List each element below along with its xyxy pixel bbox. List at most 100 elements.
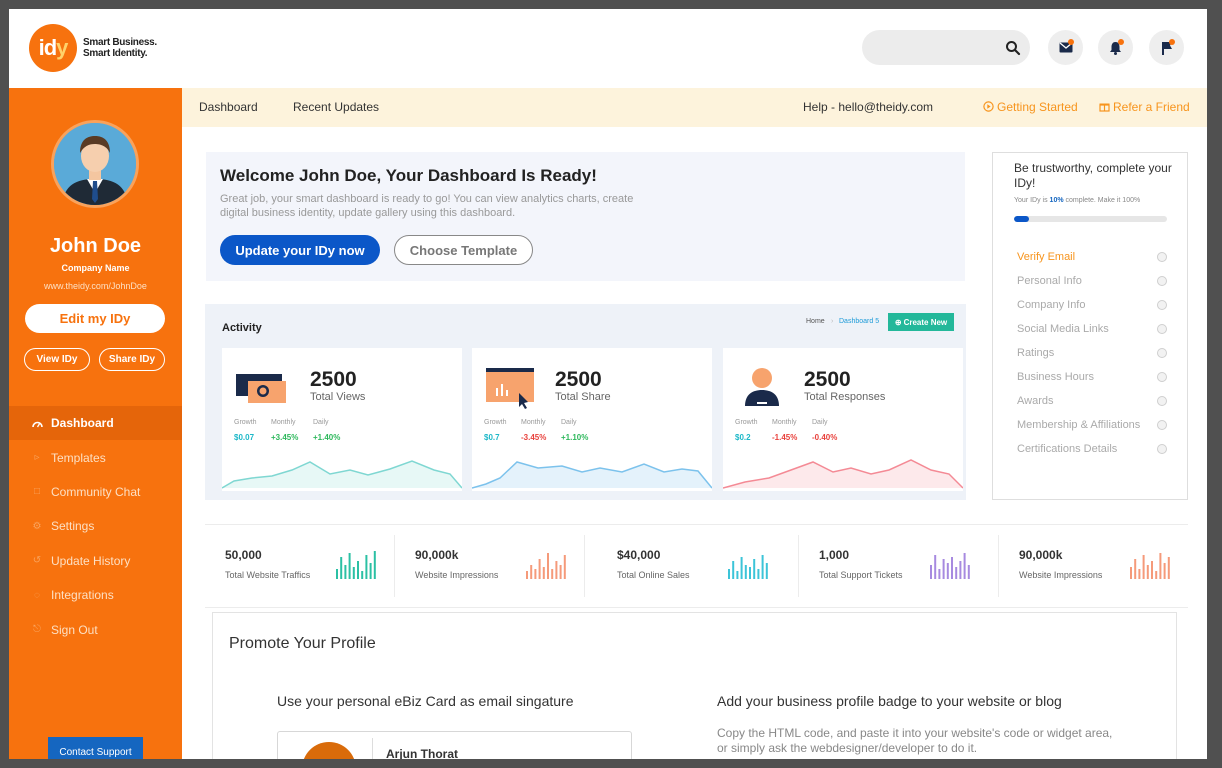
metric-header-growth: Growth <box>234 419 257 426</box>
mini-bar <box>757 569 760 579</box>
sidebar-item-update-history[interactable]: ↺ Update History <box>9 544 182 578</box>
sidebar-item-integrations[interactable]: ◌ Integrations <box>9 578 182 612</box>
mini-bar <box>365 555 368 579</box>
idy-logo[interactable]: id y <box>29 24 77 72</box>
mini-bar <box>1159 553 1162 579</box>
mini-bar <box>348 553 351 579</box>
tagline-line-1: Smart Business. <box>83 37 157 48</box>
metric-header-monthly: Monthly <box>521 419 546 426</box>
user-avatar-illustration <box>54 123 136 205</box>
checklist-item-business-hours[interactable]: Business Hours <box>1017 365 1167 389</box>
checklist-label: Company Info <box>1017 299 1086 311</box>
mini-bar <box>369 563 372 579</box>
mini-bar <box>555 561 558 579</box>
profile-url[interactable]: www.theidy.com/JohnDoe <box>9 281 182 291</box>
stat-online-sales: $40,000 Total Online Sales <box>597 535 799 597</box>
checklist-label: Certifications Details <box>1017 443 1118 455</box>
tagline: Smart Business. Smart Identity. <box>83 37 157 59</box>
metric-header-daily: Daily <box>313 419 329 426</box>
mini-bar <box>551 569 554 579</box>
notifications-button[interactable] <box>1098 30 1133 65</box>
card-label: Total Views <box>310 391 366 403</box>
welcome-text: Great job, your smart dashboard is ready… <box>220 193 634 219</box>
sidebar-item-community-chat[interactable]: □ Community Chat <box>9 475 182 509</box>
stat-label: Total Support Tickets <box>819 570 903 580</box>
mini-bar <box>526 571 528 579</box>
sidebar-item-dashboard[interactable]: Dashboard <box>9 406 182 441</box>
sidebar-item-templates[interactable]: ▹ Templates <box>9 440 182 474</box>
create-new-button[interactable]: ⊕ Create New <box>888 313 954 331</box>
sidebar-item-settings[interactable]: ⚙ Settings <box>9 509 182 543</box>
checklist-item-membership-affiliations[interactable]: Membership & Affiliations <box>1017 413 1167 437</box>
metric-growth: $0.2 <box>735 433 751 442</box>
checklist-item-awards[interactable]: Awards <box>1017 389 1167 413</box>
check-circle-icon <box>1157 300 1167 310</box>
view-idy-button[interactable]: View IDy <box>24 348 90 371</box>
refer-friend-link[interactable]: Refer a Friend <box>1099 100 1190 114</box>
note-prefix: Your IDy is <box>1014 197 1050 204</box>
help-email-link[interactable]: Help - hello@theidy.com <box>803 100 933 114</box>
integrations-icon: ◌ <box>34 589 40 601</box>
check-circle-icon <box>1157 372 1167 382</box>
metric-header-growth: Growth <box>484 419 507 426</box>
metric-daily: +1.10% <box>561 433 589 442</box>
check-circle-icon <box>1157 396 1167 406</box>
template-icon: ▹ <box>34 452 40 464</box>
ebiz-card-preview[interactable]: Arjun Thorat <box>277 731 632 759</box>
stat-support-tickets: 1,000 Total Support Tickets <box>799 535 999 597</box>
mini-bar <box>1146 565 1149 579</box>
getting-started-link[interactable]: Getting Started <box>983 100 1078 114</box>
mini-bar-chart <box>336 551 376 579</box>
check-circle-icon <box>1157 348 1167 358</box>
check-circle-icon <box>1157 324 1167 334</box>
edit-idy-button[interactable]: Edit my IDy <box>25 304 165 333</box>
mini-bar <box>538 559 541 579</box>
avatar[interactable] <box>51 120 139 208</box>
mini-bar-chart <box>930 553 970 579</box>
checklist-item-ratings[interactable]: Ratings <box>1017 341 1167 365</box>
mini-bar <box>728 569 730 579</box>
card-value: 2500 <box>804 368 851 391</box>
profile-completion-panel: Be trustworthy, complete your IDy! Your … <box>992 152 1188 500</box>
checklist-label: Personal Info <box>1017 275 1082 287</box>
metric-header-monthly: Monthly <box>271 419 296 426</box>
stat-value: 1,000 <box>819 548 850 562</box>
stat-card-share: 2500 Total Share Growth Monthly Daily $0… <box>472 348 712 491</box>
email-signature-heading: Use your personal eBiz Card as email sin… <box>277 693 574 709</box>
getting-started-label: Getting Started <box>997 100 1078 114</box>
stat-value: 90,000k <box>415 548 459 562</box>
tab-dashboard[interactable]: Dashboard <box>199 100 258 114</box>
checklist-item-company-info[interactable]: Company Info <box>1017 293 1167 317</box>
tab-recent-updates[interactable]: Recent Updates <box>293 100 379 114</box>
contact-support-button[interactable]: Contact Support <box>48 737 143 759</box>
share-idy-button[interactable]: Share IDy <box>99 348 165 371</box>
breadcrumb-home[interactable]: Home <box>806 318 825 325</box>
search-icon[interactable] <box>1005 40 1021 56</box>
mail-button[interactable] <box>1048 30 1083 65</box>
checklist-item-verify-email[interactable]: Verify Email <box>1017 245 1167 269</box>
logo-text-y: y <box>56 35 68 60</box>
note-suffix: complete. Make it 100% <box>1063 197 1141 204</box>
card-value: 2500 <box>555 368 602 391</box>
company-name: Company Name <box>61 263 130 273</box>
checklist-item-personal-info[interactable]: Personal Info <box>1017 269 1167 293</box>
update-idy-button[interactable]: Update your IDy now <box>220 235 380 265</box>
mini-bar <box>732 561 735 579</box>
mini-bar <box>357 561 359 579</box>
sidebar-item-label: Dashboard <box>51 416 114 431</box>
mini-bar <box>1151 561 1153 579</box>
create-new-label: Create New <box>903 317 948 327</box>
sidebar-item-sign-out[interactable]: ⎋ Sign Out <box>9 612 182 646</box>
choose-template-button[interactable]: Choose Template <box>394 235 533 265</box>
mini-bar <box>344 565 347 579</box>
profile-completion-title: Be trustworthy, complete your IDy! <box>1014 161 1172 190</box>
gauge-icon <box>31 417 43 429</box>
mini-bar <box>753 559 756 579</box>
checklist-item-social-media-links[interactable]: Social Media Links <box>1017 317 1167 341</box>
flag-button[interactable] <box>1149 30 1184 65</box>
checklist-item-certifications-details[interactable]: Certifications Details <box>1017 437 1167 461</box>
sidebar-item-label: Settings <box>51 519 95 534</box>
stat-label: Website Impressions <box>415 570 499 580</box>
check-circle-icon <box>1157 444 1167 454</box>
mini-bar <box>934 555 937 579</box>
